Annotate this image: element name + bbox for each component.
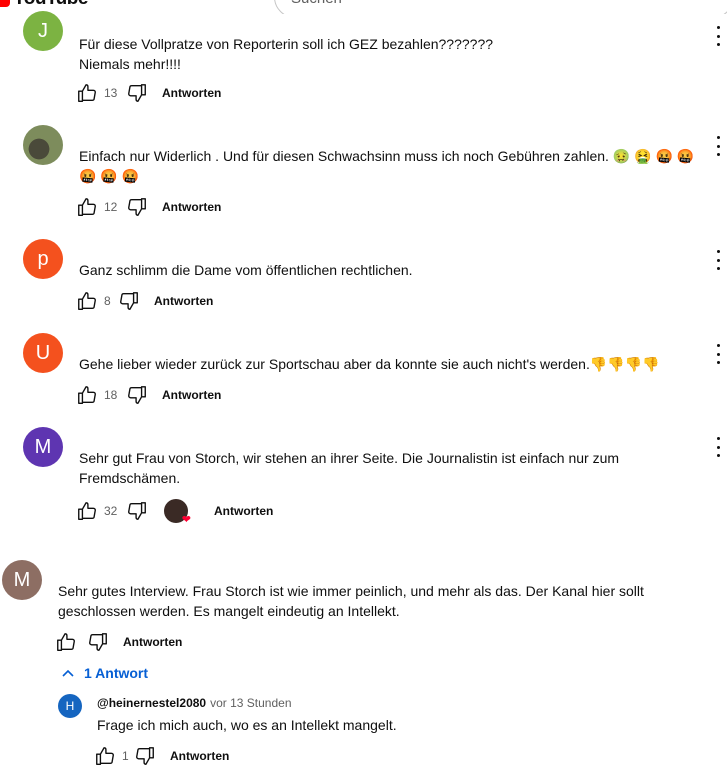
reply-author-line: @heinernestel2080 vor 13 Stunden bbox=[97, 696, 292, 710]
comment-actions: 32 ❤ Antworten bbox=[76, 499, 273, 526]
heart-icon: ❤ bbox=[181, 514, 191, 526]
reply-button[interactable]: Antworten bbox=[154, 294, 213, 308]
dislike-icon[interactable] bbox=[134, 745, 156, 767]
reply-actions: 1 Antworten bbox=[94, 744, 229, 768]
like-icon[interactable] bbox=[76, 290, 98, 312]
dislike-icon[interactable] bbox=[118, 290, 140, 312]
more-options-icon[interactable] bbox=[715, 437, 721, 457]
more-options-icon[interactable] bbox=[715, 344, 721, 364]
like-icon[interactable] bbox=[76, 384, 98, 406]
reply-text: Frage ich mich auch, wo es an Intellekt … bbox=[97, 717, 397, 733]
comment-text: Sehr gutes Interview. Frau Storch ist wi… bbox=[58, 583, 644, 619]
reply-author[interactable]: @heinernestel2080 bbox=[97, 696, 206, 710]
dislike-icon[interactable] bbox=[126, 500, 148, 522]
avatar[interactable]: M bbox=[23, 427, 63, 467]
youtube-logo[interactable]: YouTube bbox=[0, 0, 88, 10]
more-options-icon[interactable] bbox=[715, 136, 721, 156]
avatar[interactable]: U bbox=[23, 333, 63, 373]
comment-actions: Antworten bbox=[55, 630, 182, 654]
like-icon[interactable] bbox=[94, 745, 116, 767]
reply-button[interactable]: Antworten bbox=[170, 749, 229, 763]
top-bar: YouTube Suchen bbox=[0, 0, 727, 14]
like-count: 12 bbox=[104, 200, 118, 214]
comment-text: Sehr gut Frau von Storch, wir stehen an … bbox=[79, 450, 620, 486]
avatar[interactable] bbox=[23, 125, 63, 165]
reply-button[interactable]: Antworten bbox=[162, 200, 221, 214]
like-count: 1 bbox=[122, 749, 129, 763]
like-icon[interactable] bbox=[76, 82, 98, 104]
avatar[interactable]: M bbox=[2, 560, 42, 600]
reply-time[interactable]: vor 13 Stunden bbox=[210, 696, 291, 710]
comment-actions: 12 Antworten bbox=[76, 195, 221, 219]
comment-text: Einfach nur Widerlich . Und für diesen S… bbox=[79, 148, 695, 184]
dislike-icon[interactable] bbox=[126, 196, 148, 218]
avatar[interactable]: J bbox=[23, 11, 63, 51]
search-input[interactable]: Suchen bbox=[274, 0, 727, 14]
chevron-up-icon bbox=[62, 669, 74, 677]
more-options-icon[interactable] bbox=[715, 250, 721, 270]
like-icon[interactable] bbox=[55, 631, 77, 653]
like-icon[interactable] bbox=[76, 500, 98, 522]
comment-text: Ganz schlimm die Dame vom öffentlichen r… bbox=[79, 262, 413, 278]
like-count: 32 bbox=[104, 504, 118, 518]
avatar[interactable]: p bbox=[23, 239, 63, 279]
reply-button[interactable]: Antworten bbox=[162, 86, 221, 100]
comment-text: Gehe lieber wieder zurück zur Sportschau… bbox=[79, 356, 660, 372]
dislike-icon[interactable] bbox=[87, 631, 109, 653]
comment-actions: 18 Antworten bbox=[76, 383, 221, 407]
youtube-logo-icon bbox=[0, 0, 10, 7]
dislike-icon[interactable] bbox=[126, 82, 148, 104]
reply-button[interactable]: Antworten bbox=[214, 504, 273, 518]
reply-button[interactable]: Antworten bbox=[123, 635, 182, 649]
reply-button[interactable]: Antworten bbox=[162, 388, 221, 402]
like-count: 8 bbox=[104, 294, 111, 308]
comment-actions: 8 Antworten bbox=[76, 289, 213, 313]
dislike-icon[interactable] bbox=[126, 384, 148, 406]
comment-text: Für diese Vollpratze von Reporterin soll… bbox=[79, 36, 494, 72]
replies-toggle-button[interactable]: 1 Antwort bbox=[60, 665, 148, 681]
like-count: 13 bbox=[104, 86, 118, 100]
comment-actions: 13 Antworten bbox=[76, 81, 221, 105]
more-options-icon[interactable] bbox=[715, 26, 721, 46]
like-count: 18 bbox=[104, 388, 118, 402]
avatar[interactable]: H bbox=[58, 694, 82, 718]
like-icon[interactable] bbox=[76, 196, 98, 218]
creator-heart-badge: ❤ bbox=[164, 499, 191, 526]
